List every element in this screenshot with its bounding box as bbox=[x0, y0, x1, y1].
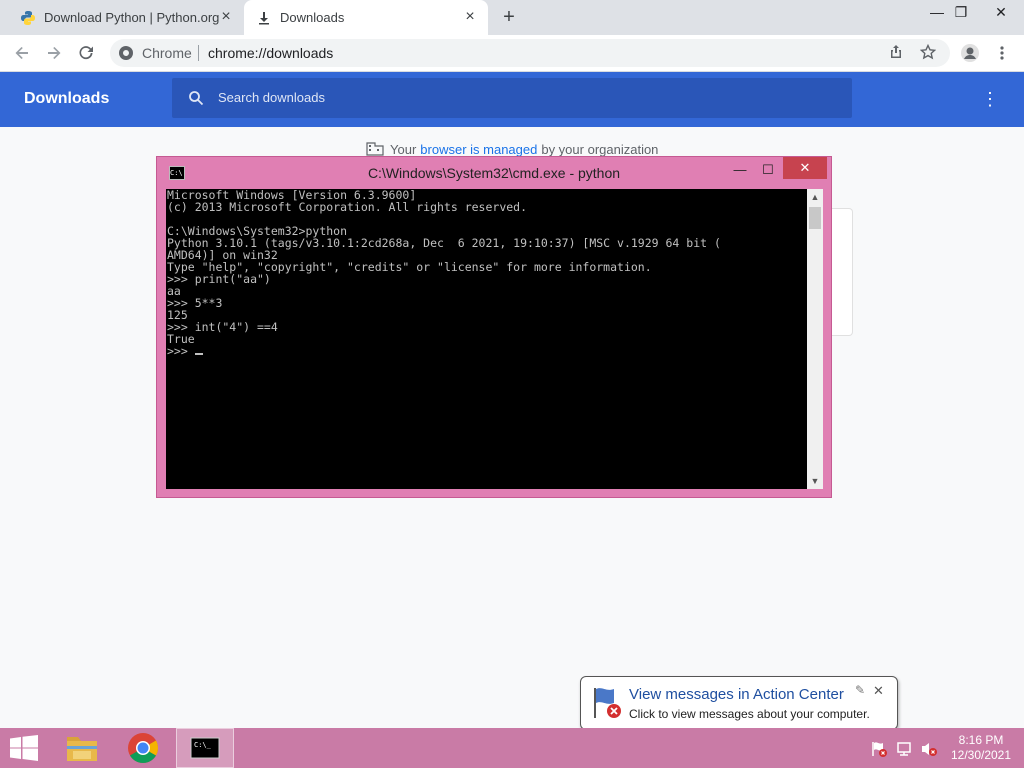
address-bar[interactable]: Chrome chrome://downloads bbox=[110, 39, 950, 67]
tab-label: Downloads bbox=[280, 10, 345, 25]
console-line: (c) 2013 Microsoft Corporation. All righ… bbox=[167, 200, 528, 214]
tab-close-icon[interactable]: × bbox=[218, 9, 234, 25]
scroll-thumb[interactable] bbox=[809, 207, 821, 229]
pin-icon: ✎ bbox=[855, 683, 866, 697]
clock-date: 12/30/2021 bbox=[950, 748, 1012, 762]
cmd-titlebar[interactable]: C:\ C:\Windows\System32\cmd.exe - python… bbox=[157, 157, 831, 189]
cmd-taskbar-icon[interactable]: C:\_ bbox=[176, 728, 234, 768]
scroll-up-icon[interactable]: ▲ bbox=[807, 189, 823, 205]
new-tab-button[interactable]: + bbox=[498, 6, 520, 28]
action-center-tray-icon[interactable] bbox=[870, 740, 888, 763]
managed-text-post: by your organization bbox=[541, 142, 659, 157]
svg-text:C:\_: C:\_ bbox=[194, 741, 212, 749]
console-output: Microsoft Windows [Version 6.3.9600] (c)… bbox=[166, 189, 807, 357]
forward-arrow-icon[interactable] bbox=[42, 41, 66, 65]
download-icon bbox=[256, 10, 272, 26]
close-window-button[interactable]: ✕ bbox=[978, 0, 1024, 28]
start-button[interactable] bbox=[4, 728, 44, 768]
search-icon bbox=[188, 90, 204, 111]
page-title: Downloads bbox=[24, 90, 110, 107]
balloon-title[interactable]: View messages in Action Center bbox=[629, 686, 844, 703]
network-icon[interactable] bbox=[896, 740, 914, 763]
url-text[interactable]: chrome://downloads bbox=[208, 45, 333, 61]
reload-icon[interactable] bbox=[74, 41, 98, 65]
chrome-taskbar-icon[interactable] bbox=[120, 728, 166, 768]
downloads-header: Downloads Search downloads ⋮ bbox=[0, 72, 1024, 127]
cmd-console[interactable]: Microsoft Windows [Version 6.3.9600] (c)… bbox=[166, 189, 807, 489]
balloon-text: Click to view messages about your comput… bbox=[629, 707, 870, 721]
search-downloads-input[interactable]: Search downloads bbox=[172, 78, 852, 118]
balloon-close-icon[interactable]: ✕ bbox=[873, 683, 884, 699]
managed-text-pre: Your bbox=[390, 142, 417, 157]
clock-time: 8:16 PM bbox=[958, 733, 1004, 747]
cmd-window[interactable]: C:\ C:\Windows\System32\cmd.exe - python… bbox=[156, 156, 832, 498]
profile-avatar-icon[interactable] bbox=[958, 41, 982, 65]
taskbar-clock[interactable]: 8:16 PM 12/30/2021 bbox=[944, 733, 1018, 763]
managed-link[interactable]: browser is managed bbox=[420, 142, 537, 157]
taskbar: C:\_ 8:16 PM 12/30/2021 bbox=[0, 728, 1024, 768]
chrome-menu-icon[interactable] bbox=[990, 41, 1014, 65]
action-center-flag-icon bbox=[591, 685, 625, 726]
tab-close-icon[interactable]: × bbox=[462, 9, 478, 25]
tab-strip: Download Python | Python.org × Downloads… bbox=[0, 0, 1024, 35]
scroll-down-icon[interactable]: ▼ bbox=[807, 473, 823, 489]
cmd-scrollbar[interactable]: ▲ ▼ bbox=[807, 189, 823, 489]
file-explorer-icon[interactable] bbox=[60, 728, 104, 768]
tab-label: Download Python | Python.org bbox=[44, 10, 220, 25]
cmd-maximize-button[interactable]: ☐ bbox=[755, 159, 781, 181]
browser-toolbar: Chrome chrome://downloads bbox=[0, 35, 1024, 72]
chrome-chip: Chrome bbox=[142, 45, 192, 61]
action-center-balloon[interactable]: View messages in Action Center Click to … bbox=[580, 676, 898, 745]
divider bbox=[198, 45, 199, 61]
console-line: >>> print("aa") bbox=[167, 272, 271, 286]
volume-muted-icon[interactable] bbox=[920, 740, 938, 763]
bookmark-star-icon[interactable] bbox=[919, 43, 937, 65]
cmd-close-button[interactable]: ✕ bbox=[783, 157, 827, 179]
python-logo-icon bbox=[20, 10, 36, 26]
share-icon[interactable] bbox=[888, 44, 904, 65]
tab-downloads[interactable]: Downloads × bbox=[244, 0, 488, 35]
search-placeholder: Search downloads bbox=[218, 90, 325, 105]
more-actions-icon[interactable]: ⋮ bbox=[978, 87, 1002, 111]
windows-logo-icon bbox=[10, 735, 38, 761]
cmd-minimize-button[interactable]: — bbox=[727, 159, 753, 181]
chrome-logo-icon bbox=[118, 45, 134, 66]
back-arrow-icon[interactable] bbox=[10, 41, 34, 65]
console-cursor bbox=[194, 353, 203, 355]
tab-python-download[interactable]: Download Python | Python.org × bbox=[8, 0, 244, 35]
console-prompt: >>> bbox=[167, 344, 195, 358]
